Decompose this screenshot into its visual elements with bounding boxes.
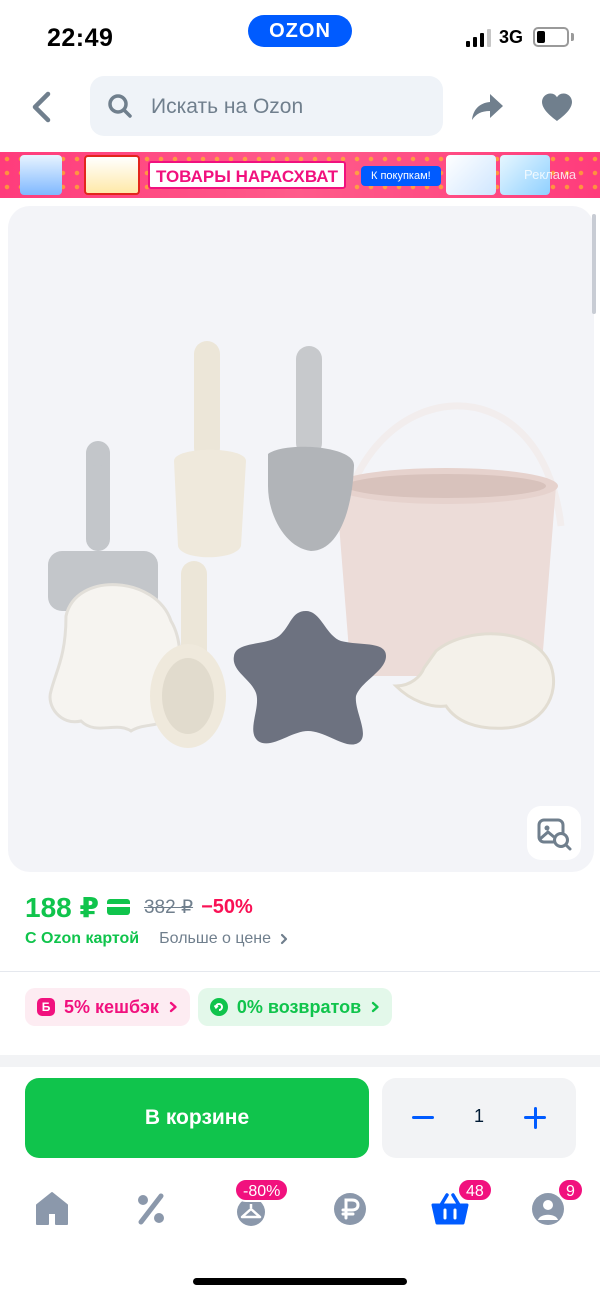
product-page: 22:49 OZON 3G Искать на Ozon ТОВАРЫ НАРА… <box>0 0 600 1297</box>
percent-icon <box>138 1193 164 1225</box>
cream-scoop-handle <box>194 341 220 461</box>
benefit-chips: Б 5% кешбэк 0% возвратов <box>25 988 393 1026</box>
ozon-logo: OZON <box>248 15 352 47</box>
tab-finance[interactable] <box>325 1188 375 1228</box>
increase-quantity-button[interactable] <box>515 1098 555 1138</box>
price-discount: −50% <box>201 895 253 918</box>
price-row: 188 ₽ 382 ₽ −50% <box>25 890 253 924</box>
price-more-link[interactable]: Больше о цене <box>159 930 289 948</box>
price-sub-row: С Ozon картой Больше о цене <box>25 928 289 950</box>
promo-title: ТОВАРЫ НАРАСХВАТ <box>148 161 347 189</box>
home-icon <box>36 1192 68 1225</box>
signal-icon <box>466 29 492 47</box>
quantity-stepper: 1 <box>382 1078 576 1158</box>
back-arrow-icon <box>32 91 51 123</box>
promo-cta-button[interactable]: К покупкам! <box>361 166 441 186</box>
cashback-chip[interactable]: Б 5% кешбэк <box>25 988 190 1026</box>
search-input[interactable]: Искать на Ozon <box>90 76 443 136</box>
returns-label: 0% возвратов <box>236 996 362 1017</box>
chevron-right-icon <box>169 1001 177 1013</box>
back-button[interactable] <box>26 88 60 126</box>
share-button[interactable] <box>470 91 506 123</box>
home-indicator <box>193 1278 407 1285</box>
ozon-card-icon <box>106 899 130 915</box>
search-icon <box>108 94 132 118</box>
tab-fresh[interactable]: -80% <box>226 1178 290 1228</box>
tab-bar: -80% 48 9 <box>0 1170 600 1250</box>
quantity-value: 1 <box>473 1106 484 1126</box>
tab-badge: 9 <box>557 1178 584 1202</box>
promo-product-water <box>20 155 62 195</box>
returns-icon <box>209 998 228 1016</box>
in-cart-button[interactable]: В корзине <box>25 1078 369 1158</box>
scroll-indicator <box>592 214 596 314</box>
section-separator <box>0 1055 600 1067</box>
promo-product-diapers <box>84 155 140 195</box>
tab-profile[interactable]: 9 <box>523 1178 584 1228</box>
promo-banner[interactable]: ТОВАРЫ НАРАСХВАТ К покупкам! Реклама <box>0 152 600 198</box>
header: Искать на Ozon <box>0 74 600 140</box>
network-type: 3G <box>499 27 524 47</box>
ruble-icon <box>334 1193 366 1225</box>
cashback-label: 5% кешбэк <box>64 996 159 1017</box>
chevron-right-icon <box>371 1001 379 1013</box>
tab-badge: 48 <box>457 1178 493 1202</box>
cream-scoop-head <box>174 449 246 558</box>
status-bar: 22:49 OZON 3G <box>0 0 600 70</box>
image-search-icon <box>537 818 572 851</box>
price-more-label: Больше о цене <box>159 930 271 947</box>
battery-icon <box>533 27 569 47</box>
search-placeholder: Искать на Ozon <box>151 95 304 118</box>
favorite-button[interactable] <box>540 92 574 122</box>
ozon-card-label: С Ozon картой <box>25 930 140 947</box>
product-image <box>48 341 565 748</box>
tab-discounts[interactable] <box>126 1188 176 1228</box>
chevron-right-icon <box>280 933 288 945</box>
price-old: 382 ₽ <box>143 896 194 918</box>
share-icon <box>472 94 503 120</box>
heart-icon <box>542 93 572 121</box>
tab-cart[interactable]: 48 <box>425 1178 493 1228</box>
promo-product-box <box>446 155 496 195</box>
divider <box>0 971 600 972</box>
grey-shovel-handle <box>296 346 322 456</box>
returns-chip[interactable]: 0% возвратов <box>197 988 393 1026</box>
cashback-icon: Б <box>37 998 55 1016</box>
battery-cap <box>571 33 574 41</box>
tab-home[interactable] <box>27 1188 77 1228</box>
image-search-button[interactable] <box>527 806 581 860</box>
price-current: 188 ₽ <box>25 891 99 923</box>
decrease-quantity-button[interactable] <box>404 1098 444 1138</box>
ad-label: Реклама <box>524 167 577 182</box>
status-time: 22:49 <box>47 24 114 52</box>
product-gallery[interactable] <box>8 206 594 872</box>
tab-badge: -80% <box>234 1178 290 1202</box>
